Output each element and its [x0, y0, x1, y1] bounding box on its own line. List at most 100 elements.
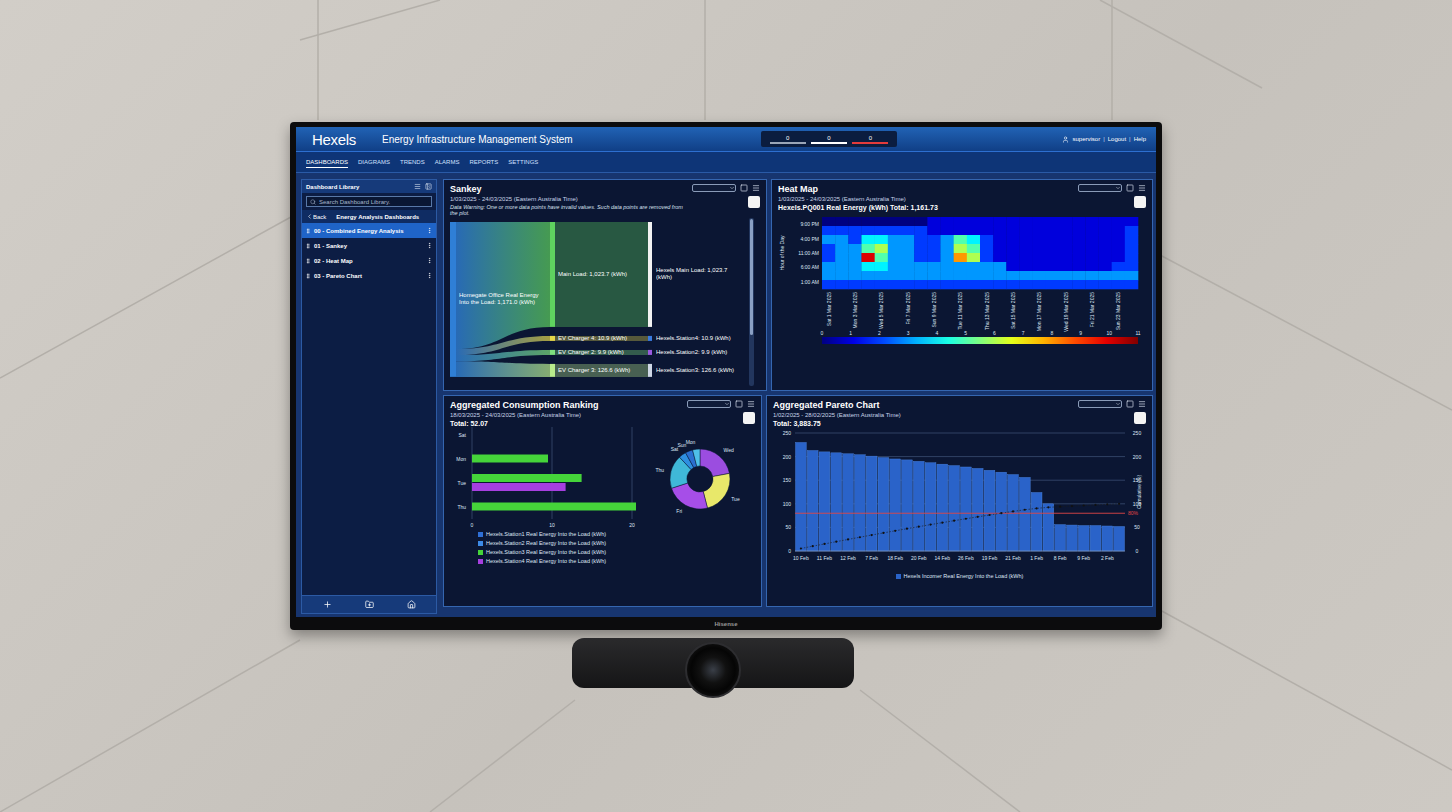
heat-cell: [954, 235, 967, 244]
sidebar-item[interactable]: 01 - Sankey: [302, 238, 436, 253]
heat-cell: [1085, 226, 1098, 235]
heat-cell: [901, 262, 914, 271]
cumulative-point: [882, 532, 884, 534]
nav-item[interactable]: DASHBOARDS: [306, 156, 348, 168]
cumulative-line: [801, 504, 1119, 549]
panel-toggle-button[interactable]: [1134, 412, 1146, 424]
legend-item[interactable]: Hexels.Station3 Real Energy Into the Loa…: [478, 549, 755, 555]
sankey-node: [550, 364, 555, 377]
collapse-icon[interactable]: [425, 183, 432, 190]
header-link[interactable]: supervisor: [1072, 136, 1100, 142]
heat-cell: [967, 280, 980, 289]
nav-item[interactable]: TRENDS: [400, 156, 425, 168]
sidebar-footer: [302, 595, 436, 613]
pareto-bar: [1078, 526, 1089, 551]
sankey-target-node: [648, 336, 652, 341]
legend-item[interactable]: Hexels.Station4 Real Energy Into the Loa…: [478, 558, 755, 564]
donut-segment: [703, 473, 730, 508]
alarm-counter[interactable]: 0: [770, 134, 806, 144]
sidebar-item[interactable]: 00 - Combined Energy Analysis: [302, 223, 436, 238]
back-button[interactable]: Back: [306, 213, 326, 220]
total: Total: 3,883.75: [773, 420, 1074, 427]
threshold-line: [795, 513, 1125, 514]
heat-cell: [914, 262, 927, 271]
search-field[interactable]: [306, 196, 432, 207]
scrollbar[interactable]: [749, 218, 754, 386]
x-tick: 19 Feb: [982, 555, 998, 561]
ranking-bar: [472, 455, 548, 463]
cumulative-point: [965, 518, 967, 520]
home-icon[interactable]: [407, 600, 416, 609]
menu-icon[interactable]: [414, 183, 421, 190]
heat-cell: [848, 217, 861, 226]
heat-cell: [822, 244, 835, 253]
heat-cell: [901, 280, 914, 289]
scale-tick: 6: [993, 330, 996, 336]
drag-handle-icon[interactable]: [305, 273, 311, 279]
pareto-bar: [831, 453, 842, 551]
more-icon[interactable]: [426, 242, 433, 249]
heat-cell: [1020, 235, 1033, 244]
y-tick: 1:00 AM: [801, 279, 819, 285]
alarm-counter[interactable]: 0: [852, 134, 888, 144]
panel-toggle-button[interactable]: [1134, 196, 1146, 208]
drag-handle-icon[interactable]: [305, 243, 311, 249]
nav-item[interactable]: ALARMS: [435, 156, 460, 168]
legend-item[interactable]: Hexels.Station1 Real Energy Into the Loa…: [478, 531, 755, 537]
range-dropdown[interactable]: [687, 400, 731, 408]
range-dropdown[interactable]: [1078, 400, 1122, 408]
menu-icon[interactable]: [747, 400, 755, 408]
heat-cell: [1085, 235, 1098, 244]
maximize-icon[interactable]: [1126, 184, 1134, 192]
legend-item[interactable]: Hexels.Station2 Real Energy Into the Loa…: [478, 540, 755, 546]
more-icon[interactable]: [426, 227, 433, 234]
search-input[interactable]: [319, 199, 428, 205]
more-icon[interactable]: [426, 272, 433, 279]
header-link[interactable]: Help: [1134, 136, 1146, 142]
maximize-icon[interactable]: [740, 184, 748, 192]
heat-cell: [993, 262, 1006, 271]
plus-icon[interactable]: [323, 600, 332, 609]
app-header: HexelsEnergy Infrastructure Management S…: [296, 127, 1156, 152]
cumulative-point: [1036, 507, 1038, 509]
nav-bar: DASHBOARDS DIAGRAMS TRENDS ALARMS REPORTS SET…: [296, 152, 1156, 173]
donut-segment: [693, 449, 700, 466]
panel-toggle-button[interactable]: [743, 412, 755, 424]
cumulative-point: [1047, 506, 1049, 508]
menu-icon[interactable]: [1138, 184, 1146, 192]
more-icon[interactable]: [426, 257, 433, 264]
heat-cell: [862, 217, 875, 226]
cumulative-point: [941, 522, 943, 524]
heat-cell: [1033, 226, 1046, 235]
sankey-node-label: EV Charger 4: 10.9 (kWh): [558, 331, 645, 345]
menu-icon[interactable]: [752, 184, 760, 192]
sidebar-item[interactable]: 03 - Pareto Chart: [302, 268, 436, 283]
heat-cell: [1125, 244, 1138, 253]
range-dropdown[interactable]: [692, 184, 736, 192]
drag-handle-icon[interactable]: [305, 228, 311, 234]
legend-item[interactable]: Hexels Incomer Real Energy Into the Load…: [896, 573, 1024, 579]
new-folder-icon[interactable]: [365, 600, 374, 609]
heat-cell: [1125, 271, 1138, 280]
maximize-icon[interactable]: [1126, 400, 1134, 408]
pareto-bar: [1102, 526, 1113, 551]
cumulative-point: [823, 543, 825, 545]
range-dropdown[interactable]: [1078, 184, 1122, 192]
heat-cell: [1020, 271, 1033, 280]
heat-cell: [941, 271, 954, 280]
nav-item[interactable]: SETTINGS: [508, 156, 538, 168]
nav-item[interactable]: REPORTS: [469, 156, 498, 168]
menu-icon[interactable]: [1138, 400, 1146, 408]
panel-range: 1/03/2025 - 24/03/2025 (Eastern Australi…: [450, 196, 688, 202]
drag-handle-icon[interactable]: [305, 258, 311, 264]
cumulative-point: [1106, 503, 1108, 505]
heat-cell: [1099, 271, 1112, 280]
nav-item[interactable]: DIAGRAMS: [358, 156, 390, 168]
camera-lens: [685, 642, 741, 698]
heat-cell: [1046, 244, 1059, 253]
maximize-icon[interactable]: [735, 400, 743, 408]
header-link[interactable]: Logout: [1108, 136, 1126, 142]
panel-toggle-button[interactable]: [748, 196, 760, 208]
alarm-counter[interactable]: 0: [811, 134, 847, 144]
sidebar-item[interactable]: 02 - Heat Map: [302, 253, 436, 268]
